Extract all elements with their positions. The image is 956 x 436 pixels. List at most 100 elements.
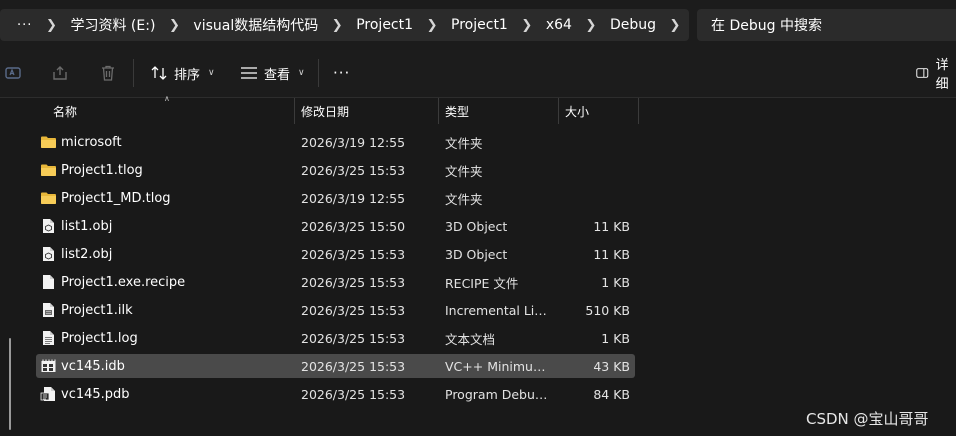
file-row[interactable]: list1.obj 2026/3/25 15:50 3D Object 11 K… [36, 214, 635, 238]
chevron-right-icon[interactable]: ❯ [323, 18, 351, 33]
breadcrumb-folder[interactable]: x64 [541, 17, 577, 33]
debug-file-icon [40, 387, 55, 401]
file-size: 11 KB [593, 246, 630, 262]
file-type: 3D Object [445, 246, 508, 262]
view-button[interactable]: 查看 ∨ [240, 60, 305, 86]
column-header-name[interactable]: 名称 [53, 98, 77, 124]
file-row[interactable]: Project1_MD.tlog 2026/3/19 12:55 文件夹 [36, 186, 635, 210]
file-row[interactable]: microsoft 2026/3/19 12:55 文件夹 [36, 130, 635, 154]
address-area: ··· ❯ 学习资料 (E:) ❯ visual数据结构代码 ❯ Project… [0, 0, 956, 48]
breadcrumb-current[interactable]: Debug [605, 17, 661, 33]
file-type: 3D Object [445, 218, 508, 234]
file-date: 2026/3/19 12:55 [301, 134, 406, 150]
sort-ascending-icon: ∧ [164, 94, 170, 103]
file-date: 2026/3/25 15:53 [301, 274, 406, 290]
file-date: 2026/3/25 15:53 [301, 358, 406, 374]
file-name: Project1.ilk [61, 302, 133, 318]
chevron-right-icon[interactable]: ❯ [160, 18, 188, 33]
details-pane-button[interactable]: 详细 [916, 58, 956, 92]
scrollbar[interactable] [0, 98, 14, 436]
file-name: Project1.exe.recipe [61, 274, 186, 290]
column-header-size[interactable]: 大小 [565, 98, 589, 124]
rename-icon[interactable] [3, 63, 23, 83]
sort-label: 排序 [174, 67, 201, 83]
divider [133, 59, 134, 87]
file-type: Program Debug... [445, 386, 553, 402]
file-type: 文本文档 [445, 331, 496, 347]
details-label: 详细 [935, 58, 949, 92]
column-resize-handle[interactable] [438, 98, 439, 124]
chevron-right-icon[interactable]: ❯ [418, 18, 446, 33]
file-row[interactable]: Project1.exe.recipe 2026/3/25 15:53 RECI… [36, 270, 635, 294]
share-icon[interactable] [50, 63, 70, 83]
file-date: 2026/3/25 15:53 [301, 162, 406, 178]
file-row[interactable]: vc145.pdb 2026/3/25 15:53 Program Debug.… [36, 382, 635, 406]
command-bar: 排序 ∨ 查看 ∨ ··· 详细 [0, 48, 956, 98]
watermark: CSDN @宝山哥哥 [806, 410, 929, 428]
file-date: 2026/3/25 15:53 [301, 246, 406, 262]
file-size: 1 KB [601, 330, 630, 346]
file-date: 2026/3/25 15:50 [301, 218, 406, 234]
file-size: 510 KB [585, 302, 630, 318]
folder-icon [41, 164, 56, 176]
column-resize-handle[interactable] [294, 98, 295, 124]
file-row[interactable]: Project1.log 2026/3/25 15:53 文本文档 1 KB [36, 326, 635, 350]
chevron-right-icon[interactable]: ❯ [513, 18, 541, 33]
file-icon [43, 275, 54, 289]
column-resize-handle[interactable] [638, 98, 639, 124]
chevron-right-icon[interactable]: ❯ [577, 18, 605, 33]
object-file-icon [43, 247, 54, 261]
file-type: VC++ Minimum ... [445, 358, 553, 374]
binary-file-icon [43, 303, 54, 317]
column-header-date[interactable]: 修改日期 [301, 98, 349, 124]
column-resize-handle[interactable] [558, 98, 559, 124]
chevron-down-icon: ∨ [208, 68, 215, 78]
file-type: 文件夹 [445, 191, 483, 207]
search-input[interactable]: 在 Debug 中搜索 [697, 9, 956, 41]
folder-icon [41, 136, 56, 148]
file-list: ∧ 名称 修改日期 类型 大小 microsoft 2026/3/19 12:5… [0, 94, 956, 436]
breadcrumb-folder[interactable]: visual数据结构代码 [188, 15, 323, 35]
folder-icon [41, 192, 56, 204]
column-header-row: ∧ 名称 修改日期 类型 大小 [36, 94, 646, 124]
text-file-icon [43, 331, 54, 345]
breadcrumb-folder[interactable]: Project1 [446, 17, 513, 33]
file-type: 文件夹 [445, 163, 483, 179]
file-row[interactable]: Project1.ilk 2026/3/25 15:53 Incremental… [36, 298, 635, 322]
breadcrumb-folder[interactable]: Project1 [351, 17, 418, 33]
file-name: list2.obj [61, 246, 113, 262]
file-type: 文件夹 [445, 135, 483, 151]
file-type: RECIPE 文件 [445, 275, 519, 291]
file-size: 84 KB [593, 386, 630, 402]
file-name: vc145.idb [61, 358, 125, 374]
sort-button[interactable]: 排序 ∨ [150, 60, 215, 86]
file-name: microsoft [61, 134, 122, 150]
column-header-type[interactable]: 类型 [445, 98, 469, 124]
file-size: 1 KB [601, 274, 630, 290]
file-date: 2026/3/25 15:53 [301, 302, 406, 318]
breadcrumb-drive[interactable]: 学习资料 (E:) [65, 15, 160, 35]
file-date: 2026/3/19 12:55 [301, 190, 406, 206]
chevron-right-icon[interactable]: ❯ [661, 18, 689, 33]
delete-icon[interactable] [98, 63, 118, 83]
database-file-icon [41, 359, 56, 372]
file-date: 2026/3/25 15:53 [301, 386, 406, 402]
object-file-icon [43, 219, 54, 233]
file-name: Project1.log [61, 330, 138, 346]
file-name: vc145.pdb [61, 386, 130, 402]
address-bar[interactable]: ··· ❯ 学习资料 (E:) ❯ visual数据结构代码 ❯ Project… [0, 9, 689, 41]
scrollbar-thumb[interactable] [9, 338, 11, 430]
breadcrumb-overflow-button[interactable]: ··· [12, 9, 37, 41]
file-row[interactable]: list2.obj 2026/3/25 15:53 3D Object 11 K… [36, 242, 635, 266]
file-row[interactable]: Project1.tlog 2026/3/25 15:53 文件夹 [36, 158, 635, 182]
file-size: 43 KB [593, 358, 630, 374]
chevron-right-icon[interactable]: ❯ [37, 18, 65, 33]
file-name: Project1.tlog [61, 162, 143, 178]
file-type: Incremental Link... [445, 302, 553, 318]
view-label: 查看 [264, 67, 291, 83]
more-options-button[interactable]: ··· [333, 60, 350, 86]
breadcrumb: ❯ 学习资料 (E:) ❯ visual数据结构代码 ❯ Project1 ❯ … [37, 9, 689, 41]
file-row-selected[interactable]: vc145.idb 2026/3/25 15:53 VC++ Minimum .… [36, 354, 635, 378]
file-name: list1.obj [61, 218, 113, 234]
chevron-down-icon: ∨ [298, 68, 305, 78]
